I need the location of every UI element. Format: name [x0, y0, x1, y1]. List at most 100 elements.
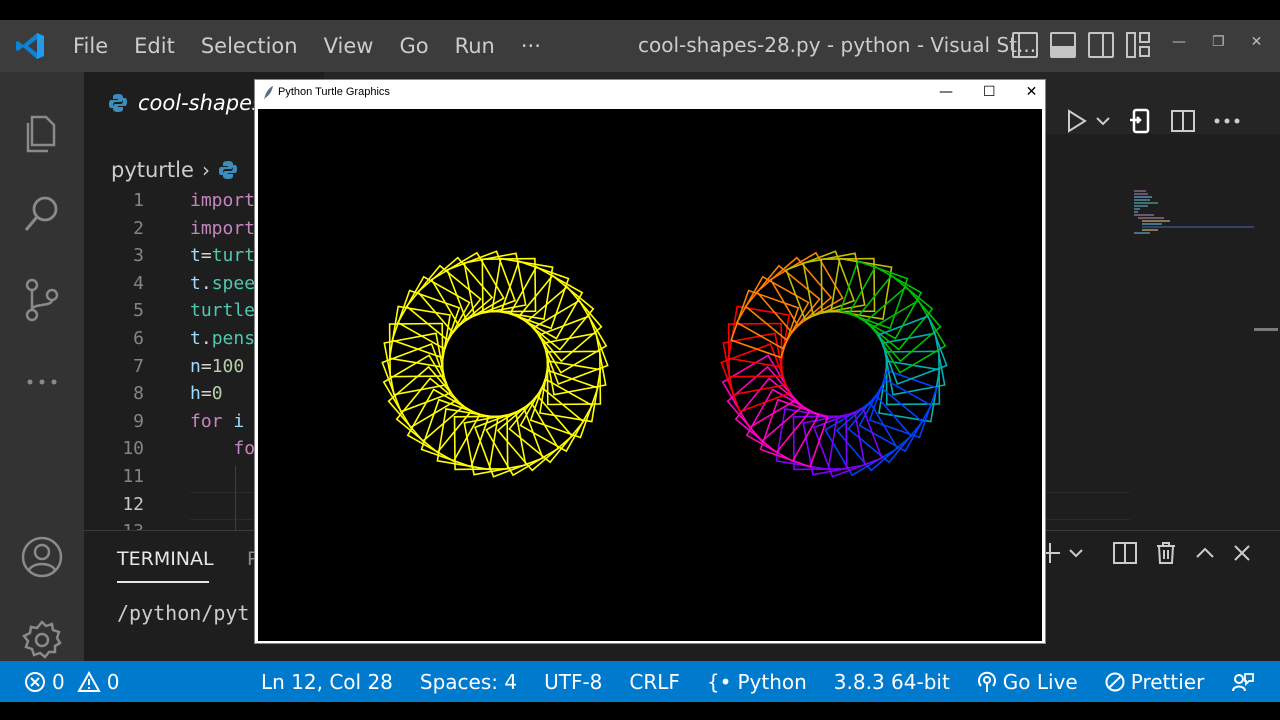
line-number-gutter: 1 2 3 4 5 6 7 8 9 10 11 12 13	[84, 190, 164, 549]
chevron-up-icon[interactable]	[1195, 547, 1215, 559]
scrollbar-thumb[interactable]	[1254, 328, 1278, 331]
line-number: 10	[122, 438, 144, 460]
feather-icon	[264, 86, 273, 100]
code-token: import	[190, 190, 256, 211]
prettier-button[interactable]: Prettier	[1105, 669, 1205, 694]
menu-bar: File Edit Selection View Go Run ···	[60, 20, 554, 72]
activity-bar	[0, 72, 84, 661]
menu-more[interactable]: ···	[521, 34, 541, 58]
restore-icon[interactable]: ❐	[1212, 34, 1225, 50]
line-number: 8	[133, 383, 144, 405]
toggle-primary-sidebar-icon[interactable]	[1012, 32, 1038, 58]
window-controls: — ❐ ✕	[1172, 34, 1262, 50]
explorer-icon[interactable]	[18, 109, 66, 157]
code-token: =	[200, 355, 212, 377]
more-actions-icon[interactable]	[1214, 117, 1240, 125]
split-editor-icon[interactable]	[1170, 109, 1196, 133]
code-token: import	[190, 217, 256, 239]
language-label: Python	[737, 669, 807, 694]
prettier-label: Prettier	[1130, 669, 1205, 694]
active-tab-indicator	[117, 581, 209, 583]
layout-controls	[1012, 32, 1152, 58]
line-number: 3	[133, 245, 144, 267]
vscode-window: File Edit Selection View Go Run ··· cool…	[0, 20, 1280, 702]
search-icon[interactable]	[18, 190, 66, 238]
menu-file[interactable]: File	[73, 34, 108, 58]
breadcrumb: pyturtle ›	[111, 158, 238, 182]
code-token: t	[190, 327, 201, 349]
customize-layout-icon[interactable]	[1126, 32, 1152, 58]
cursor-position[interactable]: Ln 12, Col 28	[261, 670, 393, 694]
menu-go[interactable]: Go	[399, 34, 428, 58]
close-icon[interactable]: ✕	[1251, 34, 1263, 50]
minimap[interactable]	[1134, 190, 1254, 250]
code-token: fo	[233, 438, 256, 460]
turtle-window-title: Python Turtle Graphics	[278, 86, 390, 98]
code-token: h	[190, 383, 201, 405]
code-token: 100	[211, 355, 245, 377]
code-line: import	[190, 190, 255, 218]
code-token: =	[200, 245, 212, 267]
turtle-graphics-window: Python Turtle Graphics — ☐ ✕	[254, 79, 1046, 644]
breadcrumb-folder[interactable]: pyturtle	[111, 158, 194, 182]
indentation[interactable]: Spaces: 4	[420, 670, 517, 694]
run-play-icon[interactable]	[1066, 109, 1088, 133]
line-number: 6	[133, 327, 144, 349]
error-count: 0	[52, 669, 65, 694]
feedback-icon[interactable]	[1231, 671, 1255, 693]
chevron-down-icon[interactable]	[1096, 116, 1110, 126]
title-bar: File Edit Selection View Go Run ··· cool…	[0, 20, 1280, 72]
menu-run[interactable]: Run	[455, 34, 495, 58]
account-icon[interactable]	[18, 533, 66, 581]
code-lines[interactable]: import import t=turt t.spee turtle t.pen…	[190, 190, 255, 549]
tab-terminal[interactable]: TERMINAL	[117, 548, 214, 570]
code-line: import	[190, 218, 255, 246]
terminal-output[interactable]: /python/pyt	[117, 601, 249, 625]
python-interpreter[interactable]: 3.8.3 64-bit	[834, 670, 950, 694]
chevron-down-icon[interactable]	[1069, 548, 1083, 558]
minimize-icon[interactable]: —	[939, 84, 953, 100]
vscode-logo-icon	[16, 33, 44, 59]
language-mode[interactable]: {• Python	[707, 670, 807, 694]
menu-selection[interactable]: Selection	[201, 34, 298, 58]
split-terminal-icon[interactable]	[1113, 542, 1137, 564]
trash-icon[interactable]	[1155, 541, 1177, 565]
maximize-icon[interactable]: ☐	[983, 84, 996, 100]
line-number: 2	[133, 217, 144, 239]
end-of-line[interactable]: CRLF	[629, 670, 680, 694]
line-number: 4	[133, 272, 144, 294]
minimize-icon[interactable]: —	[1172, 34, 1186, 50]
source-control-icon[interactable]	[18, 275, 66, 323]
code-line: fo	[190, 438, 255, 466]
code-token: for	[190, 410, 223, 432]
go-live-button[interactable]: Go Live	[977, 670, 1078, 694]
chevron-right-icon: ›	[201, 158, 210, 182]
turtle-title-bar[interactable]: Python Turtle Graphics — ☐ ✕	[255, 80, 1045, 108]
menu-edit[interactable]: Edit	[134, 34, 175, 58]
status-items: Ln 12, Col 28 Spaces: 4 UTF-8 CRLF {• Py…	[261, 661, 1280, 702]
code-line: t=turt	[190, 245, 255, 273]
line-number: 9	[133, 410, 144, 432]
problems-indicator[interactable]: 0 0	[24, 661, 119, 702]
python-file-icon[interactable]	[218, 160, 238, 180]
toggle-panel-icon[interactable]	[1050, 32, 1076, 58]
turtle-window-controls: — ☐ ✕	[939, 84, 1037, 100]
close-icon[interactable]: ✕	[1026, 84, 1038, 100]
go-live-label: Go Live	[1002, 669, 1078, 694]
remote-device-icon[interactable]	[1128, 108, 1152, 134]
close-panel-icon[interactable]	[1233, 544, 1251, 562]
code-line: t.spee	[190, 273, 255, 301]
code-line: n=100	[190, 356, 255, 384]
code-token: spee	[211, 272, 256, 294]
menu-view[interactable]: View	[324, 34, 374, 58]
editor-actions	[1066, 108, 1240, 134]
code-token: t	[190, 272, 201, 294]
code-line: for i	[190, 411, 255, 439]
encoding[interactable]: UTF-8	[544, 670, 602, 694]
more-views-icon[interactable]	[18, 358, 66, 406]
code-token: 0	[211, 383, 223, 405]
settings-gear-icon[interactable]	[18, 616, 66, 664]
toggle-secondary-sidebar-icon[interactable]	[1088, 32, 1114, 58]
